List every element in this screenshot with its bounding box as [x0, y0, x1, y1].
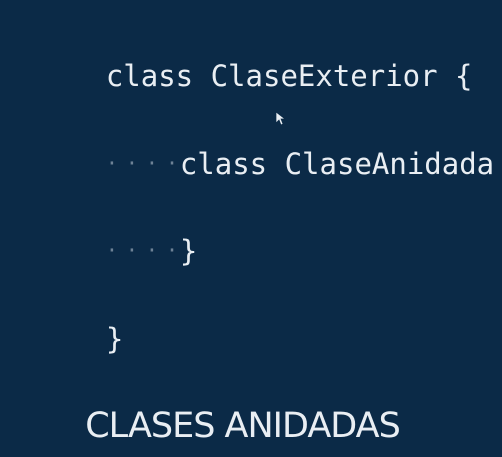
- code-slide: class ClaseExterior { ····class ClaseAni…: [0, 0, 502, 457]
- code-text-outer-close: }: [105, 322, 124, 356]
- mouse-pointer-icon: [275, 111, 285, 126]
- code-line-outer-close: }: [36, 285, 123, 393]
- slide-caption: CLASES ANIDADAS: [85, 406, 401, 446]
- code-text-inner-class: class ClaseAnidada {: [179, 147, 502, 181]
- indent-dots: ····: [105, 238, 187, 262]
- indent-dots: ····: [105, 151, 187, 175]
- code-text-outer-class: class ClaseExterior {: [105, 59, 473, 93]
